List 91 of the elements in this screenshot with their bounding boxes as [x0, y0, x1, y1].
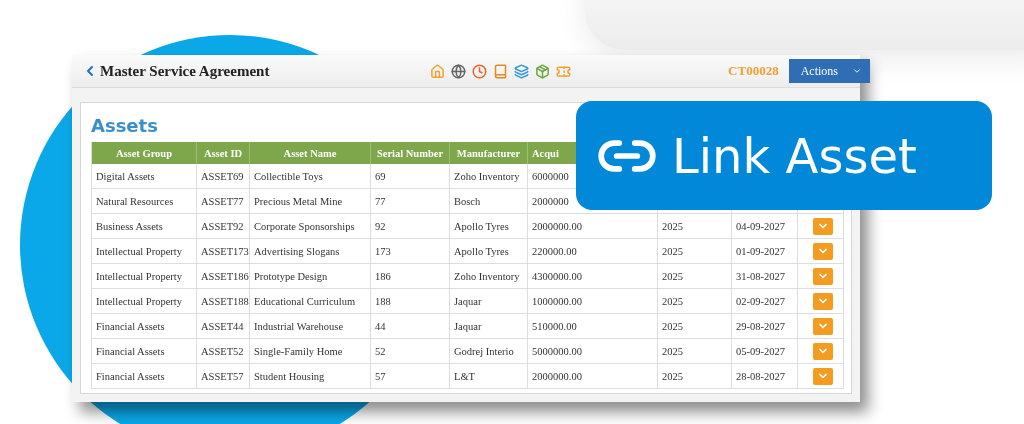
- table-cell: L&T: [450, 364, 528, 389]
- table-cell: 92: [371, 214, 450, 239]
- table-cell: Zoho Inventory: [450, 164, 528, 189]
- table-cell: ASSET52: [197, 339, 250, 364]
- caret-icon: [852, 66, 862, 76]
- table-cell: 186: [371, 264, 450, 289]
- table-cell: 28-08-2027: [732, 364, 798, 389]
- table-cell: 2025: [658, 289, 732, 314]
- table-cell: Precious Metal Mine: [250, 189, 371, 214]
- table-cell: Zoho Inventory: [450, 264, 528, 289]
- table-cell: 5000000.00: [528, 339, 658, 364]
- home-icon[interactable]: [430, 63, 445, 79]
- table-cell: ASSET173: [197, 239, 250, 264]
- table-cell: 2025: [658, 339, 732, 364]
- table-cell: Jaquar: [450, 314, 528, 339]
- table-cell: Industrial Warehouse: [250, 314, 371, 339]
- table-cell: ASSET92: [197, 214, 250, 239]
- table-cell: 2025: [658, 364, 732, 389]
- row-menu-button[interactable]: [812, 342, 833, 360]
- row-menu-button[interactable]: [812, 292, 833, 310]
- table-cell: 77: [371, 189, 450, 214]
- table-cell: Student Housing: [250, 364, 371, 389]
- page-title: Master Service Agreement: [100, 62, 271, 80]
- row-menu-button[interactable]: [812, 367, 833, 385]
- table-cell: 2000000.00: [528, 214, 658, 239]
- table-cell: ASSET69: [197, 164, 250, 189]
- table-cell: ASSET57: [197, 364, 250, 389]
- row-menu-button[interactable]: [812, 217, 833, 235]
- table-cell: 01-09-2027: [732, 239, 798, 264]
- table-cell: 31-08-2027: [732, 264, 798, 289]
- table-cell: Jaquar: [450, 289, 528, 314]
- table-cell: Corporate Sponsorships: [250, 214, 371, 239]
- table-cell: Financial Assets: [92, 364, 197, 389]
- table-cell: 188: [371, 289, 450, 314]
- table-cell: Apollo Tyres: [450, 239, 528, 264]
- clock-icon[interactable]: [472, 63, 487, 79]
- table-cell: 510000.00: [528, 314, 658, 339]
- table-cell: ASSET188: [197, 289, 250, 314]
- book-icon[interactable]: [493, 63, 508, 79]
- column-header: Asset Name: [250, 142, 371, 164]
- table-cell: Digital Assets: [92, 164, 197, 189]
- table-cell: 173: [371, 239, 450, 264]
- table-cell: 44: [371, 314, 450, 339]
- column-header: Serial Number: [371, 142, 450, 164]
- banner-label: Link Asset: [672, 127, 917, 184]
- table-cell: Bosch: [450, 189, 528, 214]
- row-menu-button[interactable]: [812, 242, 833, 260]
- table-cell: 2025: [658, 214, 732, 239]
- globe-icon[interactable]: [451, 63, 466, 79]
- table-cell: Advertising Slogans: [250, 239, 371, 264]
- table-cell: Intellectual Property: [92, 239, 197, 264]
- box-icon[interactable]: [535, 63, 550, 79]
- table-cell: ASSET186: [197, 264, 250, 289]
- table-cell: ASSET44: [197, 314, 250, 339]
- table-cell: 04-09-2027: [732, 214, 798, 239]
- table-cell: 2025: [658, 239, 732, 264]
- column-header: Asset ID: [197, 142, 250, 164]
- table-cell: Financial Assets: [92, 314, 197, 339]
- table-cell: 52: [371, 339, 450, 364]
- table-cell: Prototype Design: [250, 264, 371, 289]
- table-cell: ASSET77: [197, 189, 250, 214]
- table-cell: Financial Assets: [92, 339, 197, 364]
- table-cell: Intellectual Property: [92, 289, 197, 314]
- table-cell: Educational Curriculum: [250, 289, 371, 314]
- table-cell: Natural Resources: [92, 189, 197, 214]
- table-cell: Godrej Interio: [450, 339, 528, 364]
- table-cell: 29-08-2027: [732, 314, 798, 339]
- table-cell: 2025: [658, 314, 732, 339]
- column-header: Asset Group: [92, 142, 197, 164]
- table-cell: 220000.00: [528, 239, 658, 264]
- table-cell: 4300000.00: [528, 264, 658, 289]
- table-cell: 2000000.00: [528, 364, 658, 389]
- table-cell: 69: [371, 164, 450, 189]
- column-header: Manufacturer: [450, 142, 528, 164]
- table-cell: 1000000.00: [528, 289, 658, 314]
- table-cell: Business Assets: [92, 214, 197, 239]
- ticket-icon[interactable]: [556, 63, 571, 79]
- table-cell: 57: [371, 364, 450, 389]
- contract-code: CT00028: [728, 63, 779, 79]
- layers-icon[interactable]: [514, 63, 529, 79]
- section-title: Assets: [91, 115, 159, 136]
- table-cell: Apollo Tyres: [450, 214, 528, 239]
- table-cell: Collectible Toys: [250, 164, 371, 189]
- table-cell: Single-Family Home: [250, 339, 371, 364]
- table-cell: Intellectual Property: [92, 264, 197, 289]
- table-cell: 02-09-2027: [732, 289, 798, 314]
- row-menu-button[interactable]: [812, 267, 833, 285]
- actions-button[interactable]: Actions: [788, 59, 870, 83]
- table-cell: 2025: [658, 264, 732, 289]
- table-cell: 05-09-2027: [732, 339, 798, 364]
- row-menu-button[interactable]: [812, 317, 833, 335]
